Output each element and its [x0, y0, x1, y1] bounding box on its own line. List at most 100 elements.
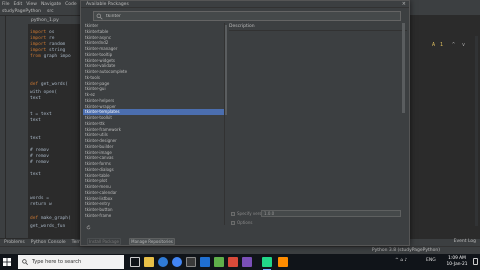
description-panel: [229, 32, 407, 208]
refresh-icon[interactable]: [86, 225, 91, 230]
taskbar-search-box[interactable]: Type here to search: [18, 255, 124, 269]
code-line: # remov: [30, 160, 49, 165]
code-text: os: [48, 30, 55, 35]
options-checkbox[interactable]: [231, 220, 235, 225]
code-text: # remov: [30, 148, 49, 153]
warning-marker: A: [432, 42, 436, 48]
code-line: text: [30, 96, 41, 101]
right-editor-pane[interactable]: A 1 ^ v: [410, 16, 480, 238]
editor-tab[interactable]: python_1.py: [31, 18, 59, 23]
editor-tab-bar: python_1.py: [28, 16, 84, 24]
manage-repositories-button[interactable]: Manage Repositories: [129, 238, 175, 245]
pycharm-taskbar-icon[interactable]: [262, 257, 272, 270]
code-text: # remov: [30, 154, 49, 159]
chevron-down-icon[interactable]: v: [462, 42, 465, 48]
dialog-title: Available Packages: [86, 2, 129, 7]
mail-icon[interactable]: [200, 257, 210, 267]
specify-version-row: Specify version 1.0.0: [231, 210, 407, 217]
app-icon-green[interactable]: [214, 257, 224, 267]
package-list-toolbar: [83, 225, 227, 230]
install-package-button[interactable]: Install Package: [87, 238, 121, 245]
description-header: Description: [229, 23, 407, 31]
code-keyword: import: [30, 36, 47, 41]
specify-version-field[interactable]: 1.0.0: [261, 210, 401, 217]
code-editor[interactable]: import os import re import random import st…: [28, 24, 84, 238]
options-row: Options: [231, 219, 407, 226]
menu-item-view[interactable]: View: [26, 2, 37, 7]
package-list-item[interactable]: tkinter-frame: [83, 213, 224, 219]
package-search-input[interactable]: [106, 12, 396, 20]
code-text: text: [30, 96, 41, 101]
code-line: def get_words(: [30, 82, 68, 87]
code-line: import random: [30, 42, 65, 47]
windows-taskbar: Type here to search ^ ⌂ ♪ ENG 1:09 AM 10…: [0, 254, 480, 270]
tray-icons[interactable]: ^ ⌂ ♪: [395, 258, 407, 263]
app-icon-purple[interactable]: [242, 257, 252, 267]
package-list-scroll-thumb[interactable]: [225, 25, 227, 115]
package-search-box: [93, 11, 401, 21]
code-text: get_words(: [40, 82, 68, 87]
language-indicator[interactable]: ENG: [426, 258, 436, 263]
package-list[interactable]: tkinter tkintertable tkinter-async tkinterd…: [83, 23, 224, 225]
path-segment-src[interactable]: src: [47, 9, 54, 14]
code-keyword: import: [30, 30, 47, 35]
chevron-up-icon[interactable]: ^: [452, 42, 455, 48]
code-keyword: def: [30, 82, 39, 87]
code-line: def make_graph(: [30, 216, 71, 221]
ide-status-bar: Python 3.8 (studyPagePython): [0, 246, 480, 254]
code-text: text: [30, 136, 41, 141]
specify-version-checkbox[interactable]: [231, 211, 235, 216]
description-scrollbar[interactable]: [402, 23, 405, 113]
path-segment-project[interactable]: studyPagePython: [2, 9, 41, 14]
code-line: text: [30, 172, 41, 177]
code-text: re: [48, 36, 55, 41]
code-text: text: [30, 172, 41, 177]
windows-start-icon[interactable]: [3, 258, 11, 266]
code-line: # remov: [30, 154, 49, 159]
system-clock[interactable]: 1:09 AM 10-Jan-21: [443, 256, 471, 268]
package-list-scrollbar[interactable]: [224, 23, 227, 225]
code-text: string: [48, 48, 66, 53]
code-text: words =: [30, 196, 49, 201]
code-text: random: [48, 42, 66, 47]
app-icon-red[interactable]: [228, 257, 238, 267]
chrome-browser-icon[interactable]: [172, 257, 182, 267]
code-line: from graph impo: [30, 54, 71, 59]
dialog-titlebar[interactable]: Available Packages ×: [81, 1, 409, 8]
warning-count: 1: [440, 42, 444, 48]
store-icon[interactable]: [186, 257, 196, 267]
search-icon: [96, 13, 103, 20]
code-text: make_graph(: [40, 216, 71, 221]
edge-browser-icon[interactable]: [158, 257, 168, 267]
menu-item-code[interactable]: Code: [65, 2, 77, 7]
options-label: Options: [237, 220, 253, 225]
clock-date: 10-Jan-21: [446, 262, 468, 267]
description-label: Description: [229, 24, 255, 29]
code-line: import re: [30, 36, 54, 41]
code-keyword: import: [30, 48, 47, 53]
menu-item-navigate[interactable]: Navigate: [41, 2, 61, 7]
file-explorer-icon[interactable]: [144, 257, 154, 267]
interpreter-status[interactable]: Python 3.8 (studyPagePython): [372, 248, 440, 253]
code-line: # remov: [30, 148, 49, 153]
notification-icon[interactable]: [473, 258, 478, 265]
menu-item-file[interactable]: File: [2, 2, 10, 7]
tab-python-console[interactable]: Python Console: [31, 240, 66, 245]
tab-problems[interactable]: Problems: [4, 240, 25, 245]
close-icon[interactable]: ×: [402, 1, 406, 7]
code-keyword: import: [30, 42, 47, 47]
code-keyword: def: [30, 216, 39, 221]
project-panel: [6, 16, 28, 238]
code-text: t = text: [30, 112, 52, 117]
code-text: get_words_fun: [30, 224, 66, 229]
code-line: t = text: [30, 112, 52, 117]
event-log-button[interactable]: Event Log: [454, 239, 476, 244]
code-text: with open(: [30, 90, 58, 95]
task-view-icon[interactable]: [130, 257, 140, 267]
code-keyword: from: [30, 54, 41, 59]
app-icon-orange[interactable]: [278, 257, 288, 267]
code-text: text: [30, 118, 41, 123]
menu-item-edit[interactable]: Edit: [14, 2, 23, 7]
code-line: get_words_fun: [30, 224, 65, 229]
editor-scrollbar[interactable]: [475, 36, 478, 226]
